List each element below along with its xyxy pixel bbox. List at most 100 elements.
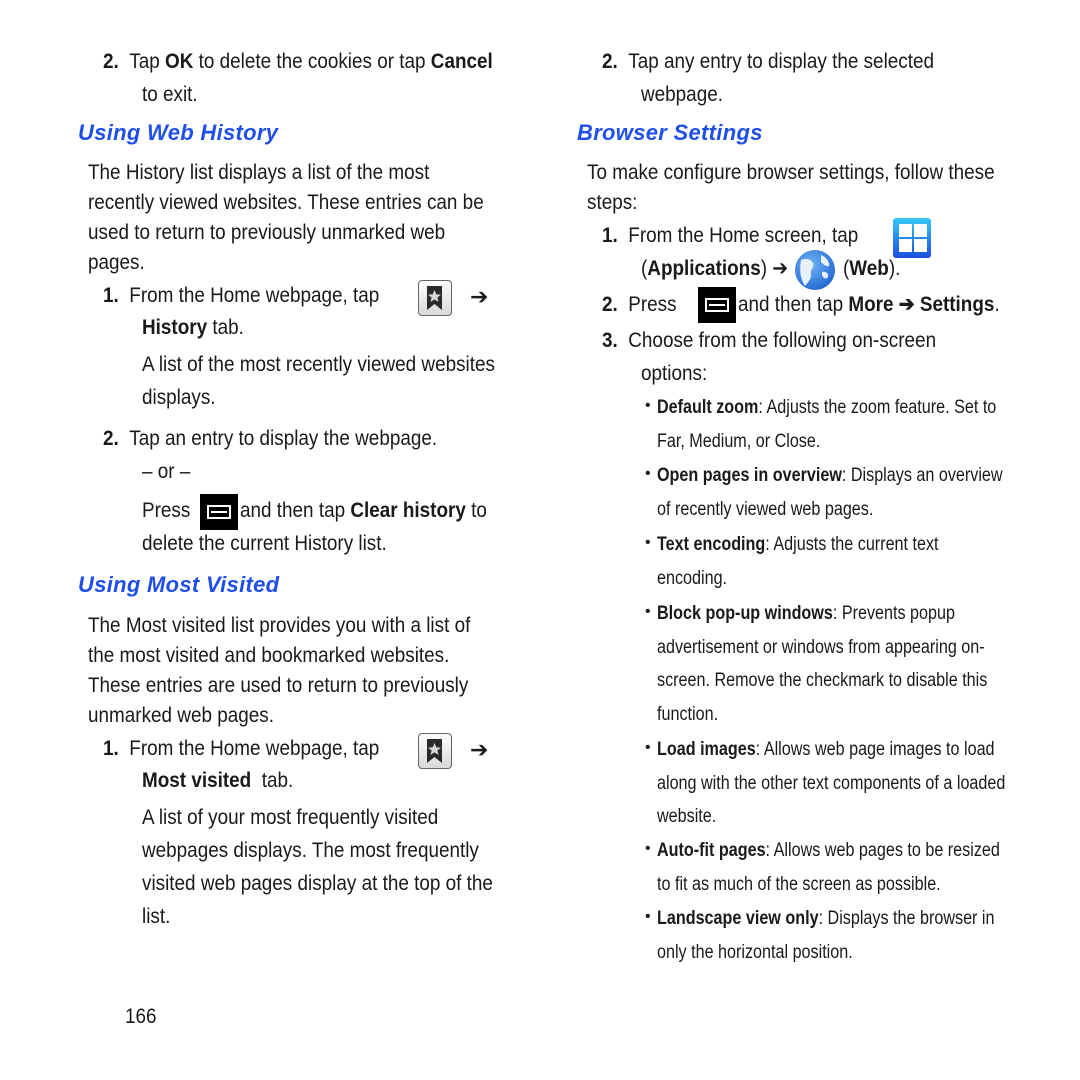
cancel-label: Cancel bbox=[430, 50, 493, 73]
web-instruction: (Web). bbox=[843, 253, 900, 285]
step-text: From the Home webpage, tap bbox=[129, 737, 380, 760]
step-text: tab. bbox=[251, 769, 294, 792]
step-number: 2. bbox=[602, 50, 618, 73]
paragraph-line: These entries are used to return to prev… bbox=[88, 674, 469, 697]
applications-icon bbox=[893, 218, 931, 258]
bookmark-button[interactable] bbox=[418, 733, 452, 769]
bookmark-star-icon bbox=[418, 733, 452, 769]
step-text: to bbox=[465, 499, 487, 522]
option-description: : Adjusts the zoom feature. Set to bbox=[758, 397, 997, 418]
option-item: Load images: Allows web page images to l… bbox=[657, 734, 995, 766]
step-text: to exit. bbox=[142, 83, 198, 106]
step-settings-1: 1. From the Home screen, tap bbox=[602, 220, 858, 252]
option-description-line: screen. Remove the checkmark to disable … bbox=[657, 665, 987, 697]
press-label: Press bbox=[142, 499, 191, 522]
option-item: Default zoom: Adjusts the zoom feature. … bbox=[657, 392, 996, 424]
option-description: : Displays an overview bbox=[841, 465, 1003, 486]
history-tab-label: History bbox=[142, 316, 208, 339]
result-line: webpages displays. The most frequently bbox=[142, 839, 479, 862]
step-number: 2. bbox=[103, 50, 119, 73]
option-description: of recently viewed web pages. bbox=[657, 498, 874, 520]
option-item: Auto-fit pages: Allows web pages to be r… bbox=[657, 835, 1000, 867]
option-description: only the horizontal position. bbox=[657, 941, 853, 963]
paragraph-line: recently viewed websites. These entries … bbox=[88, 191, 484, 214]
press-label: Press bbox=[628, 293, 677, 316]
option-item: Text encoding: Adjusts the current text bbox=[657, 529, 939, 561]
option-description-line: along with the other text components of … bbox=[657, 768, 1005, 800]
option-description: : Allows web page images to load bbox=[755, 739, 995, 760]
bullet-icon: • bbox=[645, 840, 651, 857]
paragraph-line: pages. bbox=[88, 251, 145, 274]
option-description: : Prevents popup bbox=[832, 603, 955, 624]
option-name: Text encoding bbox=[657, 534, 766, 555]
bullet-icon: • bbox=[645, 603, 651, 620]
step-text: and then tap bbox=[738, 293, 849, 316]
menu-key-button[interactable] bbox=[200, 494, 238, 530]
option-description: advertisement or windows from appearing … bbox=[657, 636, 985, 658]
option-description: : Allows web pages to be resized bbox=[765, 840, 1000, 861]
applications-label: Applications bbox=[647, 257, 761, 280]
step-entry: 2. Tap any entry to display the selected bbox=[602, 46, 934, 78]
paragraph-line: unmarked web pages. bbox=[88, 704, 274, 727]
paragraph-line: The Most visited list provides you with … bbox=[88, 614, 471, 637]
option-name: Load images bbox=[657, 739, 756, 760]
paragraph-line: To make configure browser settings, foll… bbox=[587, 161, 995, 184]
option-description-line: only the horizontal position. bbox=[657, 937, 853, 969]
option-name: Default zoom bbox=[657, 397, 759, 418]
option-name: Auto-fit pages bbox=[657, 840, 766, 861]
step-number: 1. bbox=[103, 737, 119, 760]
section-heading-web-history: Using Web History bbox=[78, 120, 279, 145]
applications-instruction: (Applications) ➔ bbox=[641, 253, 788, 285]
option-description-line: to fit as much of the screen as possible… bbox=[657, 869, 941, 901]
result-line: list. bbox=[142, 905, 171, 928]
step-text: webpage. bbox=[641, 83, 723, 106]
menu-key-icon bbox=[698, 287, 736, 323]
more-settings-label: More ➔ Settings bbox=[848, 293, 995, 316]
option-description: function. bbox=[657, 703, 719, 725]
ok-label: OK bbox=[165, 50, 194, 73]
step-number: 1. bbox=[602, 224, 618, 247]
bullet-icon: • bbox=[645, 397, 651, 414]
step-history-1: 1. From the Home webpage, tap bbox=[103, 280, 379, 312]
menu-key-icon bbox=[200, 494, 238, 530]
step-text: and then tap bbox=[240, 499, 351, 522]
step-most-visited-1: 1. From the Home webpage, tap bbox=[103, 733, 379, 765]
step-number: 2. bbox=[602, 293, 618, 316]
option-name: Block pop-up windows bbox=[657, 603, 833, 624]
step-history-2: 2. Tap an entry to display the webpage. bbox=[103, 423, 437, 455]
step-text: . bbox=[994, 293, 1000, 316]
step-text: Tap bbox=[129, 50, 166, 73]
option-item: Block pop-up windows: Prevents popup bbox=[657, 598, 955, 630]
step-text: Tap any entry to display the selected bbox=[628, 50, 935, 73]
bookmark-button[interactable] bbox=[418, 280, 452, 316]
option-description: encoding. bbox=[657, 567, 728, 589]
option-description: : Displays the browser in bbox=[818, 908, 995, 929]
option-description: Far, Medium, or Close. bbox=[657, 430, 821, 452]
web-button[interactable] bbox=[795, 250, 835, 290]
step-settings-2: 2. Press bbox=[602, 289, 677, 321]
step-text: From the Home screen, tap bbox=[628, 224, 859, 247]
step-text: delete the current History list. bbox=[142, 532, 387, 555]
paragraph-line: the most visited and bookmarked websites… bbox=[88, 644, 450, 667]
step-text: tab. bbox=[207, 316, 244, 339]
option-description-line: Far, Medium, or Close. bbox=[657, 426, 820, 458]
option-item: Landscape view only: Displays the browse… bbox=[657, 903, 994, 935]
step-text: to delete the cookies or tap bbox=[193, 50, 431, 73]
step-number: 1. bbox=[103, 284, 119, 307]
menu-key-button[interactable] bbox=[698, 287, 736, 323]
step-text: ) ➔ bbox=[760, 257, 789, 280]
option-description: screen. Remove the checkmark to disable … bbox=[657, 670, 988, 691]
bullet-icon: • bbox=[645, 534, 651, 551]
option-description-line: of recently viewed web pages. bbox=[657, 494, 873, 526]
or-separator: – or – bbox=[142, 460, 191, 483]
option-description-line: website. bbox=[657, 801, 716, 833]
result-line: displays. bbox=[142, 386, 216, 409]
section-heading-most-visited: Using Most Visited bbox=[78, 572, 280, 597]
step-number: 2. bbox=[103, 427, 119, 450]
clear-history-label: Clear history bbox=[350, 499, 466, 522]
tab-instruction: Most visited tab. bbox=[142, 765, 293, 797]
option-description: website. bbox=[657, 806, 717, 827]
step-cookies: 2. Tap OK to delete the cookies or tap C… bbox=[103, 46, 493, 78]
applications-button[interactable] bbox=[893, 218, 931, 258]
paragraph-line: The History list displays a list of the … bbox=[88, 161, 430, 184]
